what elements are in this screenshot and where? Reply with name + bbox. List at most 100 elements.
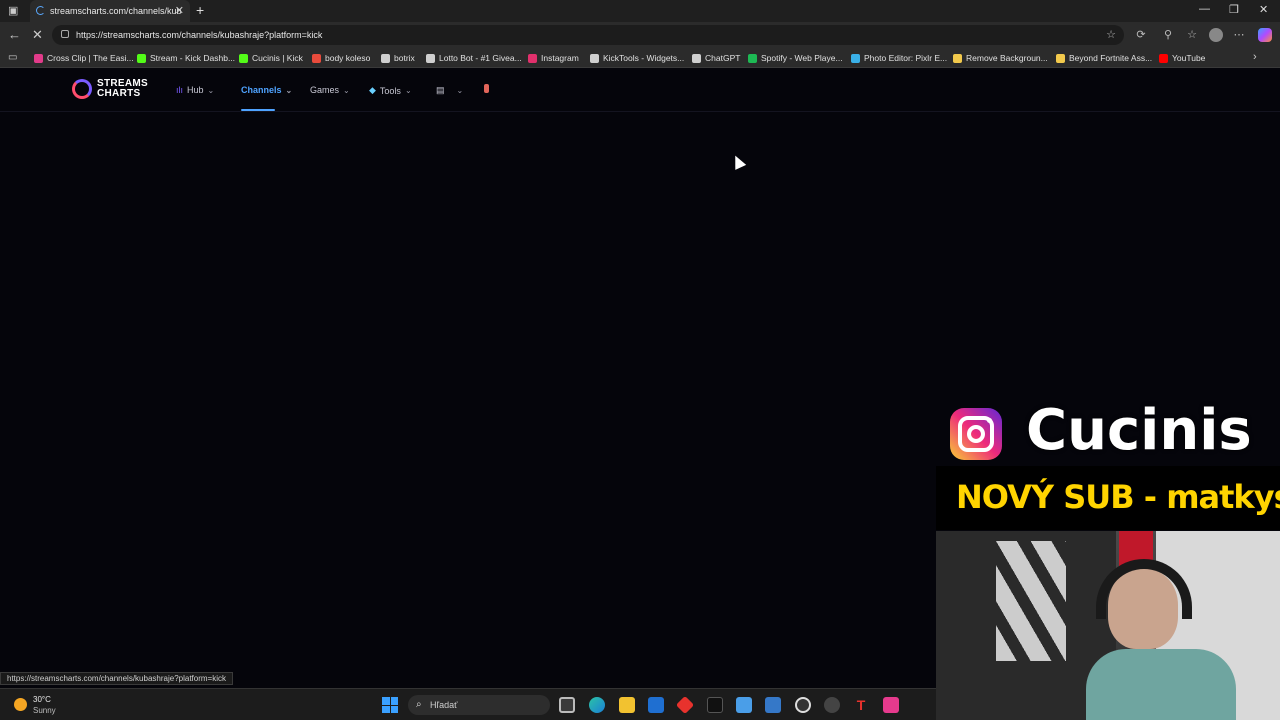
nav-tools[interactable]: ◆ Tools ⌄ [369,85,412,96]
nav-hub-label: Hub [187,85,204,95]
nav-tools-label: Tools [379,85,401,96]
bookmark-label: KickTools - Widgets... [603,53,685,63]
search-icon: ⌕ [416,699,422,710]
site-info-icon[interactable] [61,30,69,38]
bookmark-item[interactable]: KickTools - Widgets... [590,53,684,63]
bookmark-item[interactable]: Remove Backgroun... [953,53,1048,63]
bookmark-label: Lotto Bot - #1 Givea... [439,53,522,63]
diamond-icon: ◆ [369,85,376,95]
url-input[interactable]: https://streamscharts.com/channels/kubas… [52,25,1124,45]
bookmark-favicon-icon [692,53,701,63]
bookmark-item[interactable]: Photo Editor: Pixlr E... [851,53,947,63]
tiktok-studio-icon[interactable] [883,697,899,713]
favorite-star-icon[interactable]: ☆ [1106,28,1116,41]
webcam-person-body [1086,649,1236,720]
sun-icon[interactable] [14,698,27,711]
bookmark-item[interactable]: Spotify - Web Playe... [748,53,843,63]
menu-icon[interactable]: ⋯ [1233,29,1245,41]
split-screen-icon[interactable]: ⚲ [1162,29,1174,41]
bookmark-item[interactable]: body koleso [312,53,370,63]
chart-bars-icon: ılı [176,85,184,95]
bookmark-item[interactable]: ChatGPT [692,53,740,63]
chevron-down-icon: ⌄ [207,85,215,95]
nav-hub[interactable]: ılı Hub ⌄ [176,85,214,95]
document-icon: ▤ [436,85,445,95]
site-header: STREAMS CHARTS ılı Hub ⌄ Channels ⌄ Game… [0,68,1280,112]
bookmark-item[interactable]: Beyond Fortnite Ass... [1056,53,1152,63]
bookmark-item[interactable]: Lotto Bot - #1 Givea... [426,53,522,63]
bookmark-label: botrix [394,53,415,63]
collections-icon[interactable]: ▭ [8,52,17,63]
logo-mark-icon [72,79,92,99]
bookmark-label: Cucinis | Kick [252,53,303,63]
streamscharts-logo[interactable]: STREAMS CHARTS [72,79,148,99]
copilot-icon[interactable] [1258,28,1272,42]
obs-icon[interactable] [795,697,811,713]
close-window-icon[interactable]: ✕ [1259,3,1268,16]
active-nav-underline [241,109,275,111]
nav-more[interactable]: ▤ ⌄ [436,85,463,96]
bookmark-item[interactable]: botrix [381,53,415,63]
tab-actions-icon[interactable]: ▣ [8,4,18,17]
bookmark-favicon-icon [528,53,537,63]
task-view-icon[interactable] [559,697,575,713]
file-explorer-icon[interactable] [619,697,635,713]
bookmark-favicon-icon [312,53,321,63]
active-tab[interactable]: streamscharts.com/channels/kub ✕ [30,0,190,22]
bookmark-favicon-icon [953,53,962,63]
photos-icon[interactable] [765,697,781,713]
bookmark-item[interactable]: Instagram [528,53,579,63]
promo-icon[interactable] [484,84,489,93]
bookmark-favicon-icon [137,53,146,63]
url-text: https://streamscharts.com/channels/kubas… [76,30,323,40]
weather-temperature[interactable]: 30°C [33,695,51,704]
address-bar: ← ✕ https://streamscharts.com/channels/k… [0,22,1280,48]
favorites-icon[interactable]: ☆ [1186,29,1198,41]
webcam-feed [936,531,1280,720]
chevron-down-icon: ⌄ [456,86,464,95]
bookmark-item[interactable]: YouTube [1159,53,1205,63]
app-red-diamond-icon[interactable] [675,695,695,715]
extensions-icon[interactable]: ⟳ [1135,29,1147,41]
bookmark-item[interactable]: Cross Clip | The Easi... [34,53,134,63]
overlay-sub-alert: NOVÝ SUB - matkys05 [956,478,1280,516]
bookmark-item[interactable]: Cucinis | Kick [239,53,303,63]
store-icon[interactable] [648,697,664,713]
tab-bar: ▣ streamscharts.com/channels/kub ✕ + — ❐… [0,0,1280,22]
search-placeholder: Hľadať [430,700,458,710]
bookmark-label: Beyond Fortnite Ass... [1069,53,1153,63]
close-tab-icon[interactable]: ✕ [175,4,184,17]
bookmark-label: Instagram [541,53,579,63]
taskbar-search[interactable]: ⌕ Hľadať [408,695,550,715]
nav-channels[interactable]: Channels ⌄ [241,85,292,95]
bookmark-favicon-icon [851,53,860,63]
weather-description[interactable]: Sunny [33,706,56,715]
instagram-icon-dot [987,418,992,423]
bookmark-favicon-icon [426,53,435,63]
tiktok-icon[interactable] [707,697,723,713]
start-button[interactable] [382,697,398,713]
edge-icon[interactable] [589,697,605,713]
text-t-icon[interactable]: T [853,697,869,713]
nav-games[interactable]: Games ⌄ [310,85,350,95]
windows-taskbar: 30°C Sunny ⌕ Hľadať T [0,688,936,720]
bookmark-label: Remove Backgroun... [966,53,1048,63]
new-tab-icon[interactable]: + [196,2,204,18]
minimize-icon[interactable]: — [1199,3,1210,15]
bookmark-label: YouTube [1172,53,1206,63]
bookmark-item[interactable]: Stream - Kick Dashb... [137,53,235,63]
chevron-down-icon: ⌄ [343,85,350,95]
profile-avatar[interactable] [1209,28,1223,42]
more-bookmarks-icon[interactable]: › [1253,51,1257,63]
bookmark-favicon-icon [590,53,599,63]
back-icon[interactable]: ← [8,27,21,42]
notepad-icon[interactable] [736,697,752,713]
logo-text: STREAMS CHARTS [97,79,148,99]
loading-spinner-icon [36,6,45,15]
restore-icon[interactable]: ❐ [1229,3,1239,16]
tab-title: streamscharts.com/channels/kub [50,6,182,16]
app-notify-icon[interactable] [824,697,840,713]
bookmark-label: Stream - Kick Dashb... [150,53,236,63]
stop-loading-icon[interactable]: ✕ [32,27,43,43]
overlay-streamer-name: Cucinis [1026,398,1252,463]
